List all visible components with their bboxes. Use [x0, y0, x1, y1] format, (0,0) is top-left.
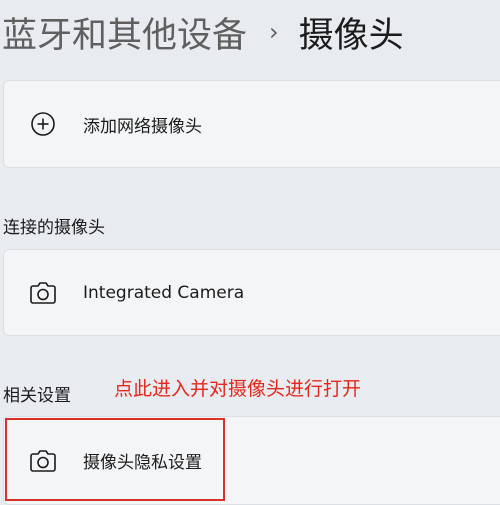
connected-cameras-heading: 连接的摄像头	[3, 218, 105, 238]
plus-circle-icon	[28, 109, 58, 139]
camera-privacy-settings-link[interactable]: 摄像头隐私设置	[3, 416, 500, 505]
add-network-camera-button[interactable]: 添加网络摄像头	[3, 80, 500, 168]
annotation-text: 点此进入并对摄像头进行打开	[114, 378, 362, 400]
add-network-camera-label: 添加网络摄像头	[83, 116, 202, 137]
camera-icon	[28, 278, 58, 308]
page-title: 摄像头	[298, 15, 404, 56]
camera-privacy-settings-label: 摄像头隐私设置	[83, 453, 202, 473]
breadcrumb-parent-link[interactable]: 蓝牙和其他设备	[2, 7, 247, 58]
camera-item-integrated-camera[interactable]: Integrated Camera	[3, 249, 500, 336]
related-settings-heading: 相关设置	[3, 386, 71, 406]
camera-icon	[28, 446, 58, 476]
breadcrumb: 蓝牙和其他设备 › 摄像头	[2, 6, 404, 58]
breadcrumb-separator: ›	[269, 18, 279, 46]
camera-name: Integrated Camera	[83, 282, 245, 303]
